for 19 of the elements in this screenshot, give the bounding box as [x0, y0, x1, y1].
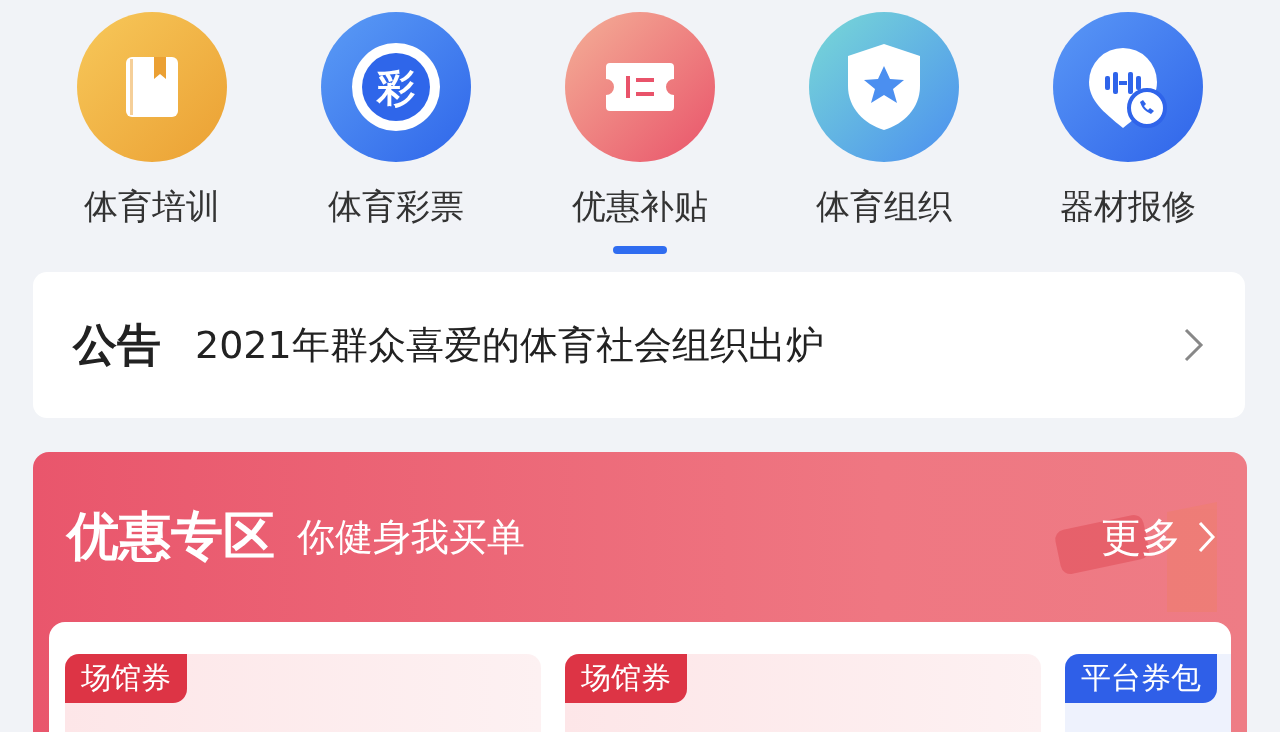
coupon-card[interactable]: 场馆券: [65, 654, 541, 732]
announcement-text: 2021年群众喜爱的体育社会组织出炉: [195, 321, 825, 369]
coupon-tag: 场馆券: [565, 654, 687, 703]
coupon-tag: 场馆券: [65, 654, 187, 703]
announcement-card[interactable]: 公告 2021年群众喜爱的体育社会组织出炉: [33, 272, 1245, 418]
chevron-right-icon: [1183, 327, 1205, 363]
promo-subtitle: 你健身我买单: [297, 513, 525, 561]
coupon-card[interactable]: 场馆券: [565, 654, 1041, 732]
promo-title: 优惠专区: [67, 505, 275, 568]
coupon-card[interactable]: 平台券包: [1065, 654, 1231, 732]
announcement-label: 公告: [71, 318, 162, 373]
category-label[interactable]: 优惠补贴: [572, 184, 708, 228]
category-label[interactable]: 器材报修: [1060, 184, 1196, 228]
category-icon[interactable]: 彩: [321, 12, 471, 162]
category-label[interactable]: 体育组织: [816, 184, 952, 228]
category-label[interactable]: 体育培训: [84, 184, 220, 228]
coupon-tag: 平台券包: [1065, 654, 1217, 703]
chevron-right-icon: [1197, 520, 1217, 554]
category-label[interactable]: 体育彩票: [328, 184, 464, 228]
